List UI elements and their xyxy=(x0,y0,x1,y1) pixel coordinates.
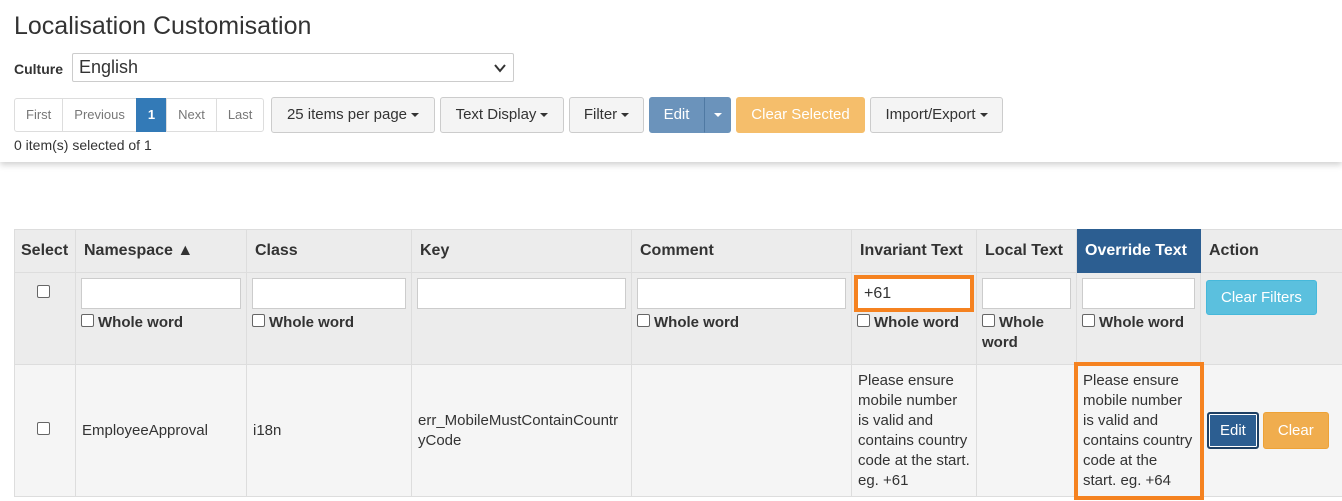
override-filter-input[interactable] xyxy=(1082,278,1195,309)
col-header-namespace[interactable]: Namespace ▲ xyxy=(75,229,247,273)
text-display-dropdown[interactable]: Text Display xyxy=(440,97,564,133)
pager-previous[interactable]: Previous xyxy=(62,98,137,132)
culture-select-value: English xyxy=(79,57,139,77)
col-header-override-text[interactable]: Override Text xyxy=(1076,229,1201,273)
col-header-action: Action xyxy=(1200,229,1342,273)
select-all-checkbox[interactable] xyxy=(36,285,50,298)
pagination: First Previous 1 Next Last xyxy=(14,98,265,132)
whole-word-checkbox[interactable] xyxy=(982,314,995,327)
whole-word-label: Whole word xyxy=(269,314,354,331)
whole-word-checkbox[interactable] xyxy=(637,314,650,327)
filter-key-cell xyxy=(411,272,632,365)
culture-select[interactable]: English xyxy=(72,53,514,82)
row-select-cell xyxy=(14,364,76,497)
comment-cell xyxy=(631,364,852,497)
invariant-text-cell: Please ensure mobile number is valid and… xyxy=(851,364,977,497)
whole-word-label: Whole word xyxy=(874,314,959,331)
caret-down-icon xyxy=(540,113,549,118)
page-title: Localisation Customisation xyxy=(14,12,312,40)
table-row: EmployeeApproval i18n err_MobileMustCont… xyxy=(14,361,1342,500)
class-filter-input[interactable] xyxy=(252,278,406,309)
caret-down-icon xyxy=(411,113,420,118)
header-row: Select Namespace ▲ Class Key Comment Inv… xyxy=(14,229,1342,273)
action-cell: Edit Clear xyxy=(1200,364,1342,497)
text-display-label: Text Display xyxy=(455,106,537,123)
filter-override-cell: Whole word xyxy=(1076,272,1201,365)
edit-button[interactable]: Edit xyxy=(649,97,704,133)
local-filter-input[interactable] xyxy=(982,278,1071,309)
whole-word-option[interactable]: Whole word xyxy=(982,313,1071,353)
culture-label: Culture xyxy=(14,61,63,77)
top-panel: Localisation Customisation Culture Engli… xyxy=(0,0,1342,162)
chevron-down-icon xyxy=(494,64,506,73)
clear-filters-button[interactable]: Clear Filters xyxy=(1206,280,1317,315)
edit-options-toggle[interactable] xyxy=(704,97,731,133)
pager-first[interactable]: First xyxy=(14,98,64,132)
items-per-page-dropdown[interactable]: 25 items per page xyxy=(271,97,435,133)
filter-local-cell: Whole word xyxy=(976,272,1077,365)
whole-word-checkbox[interactable] xyxy=(81,314,94,327)
namespace-filter-input[interactable] xyxy=(81,278,241,309)
namespace-cell: EmployeeApproval xyxy=(75,364,247,497)
caret-down-icon xyxy=(979,113,988,118)
invariant-filter-input[interactable] xyxy=(854,275,974,312)
filter-label: Filter xyxy=(583,106,618,123)
comment-filter-input[interactable] xyxy=(637,278,846,309)
filter-action-cell: Clear Filters xyxy=(1200,272,1342,365)
row-edit-button[interactable]: Edit xyxy=(1207,412,1259,449)
whole-word-option[interactable]: Whole word xyxy=(637,313,846,333)
caret-down-icon xyxy=(713,113,722,118)
import-export-label: Import/Export xyxy=(885,106,976,123)
col-header-invariant-text[interactable]: Invariant Text xyxy=(851,229,977,273)
filter-dropdown[interactable]: Filter xyxy=(569,97,644,133)
whole-word-option[interactable]: Whole word xyxy=(857,313,971,333)
pager-current-page[interactable]: 1 xyxy=(135,98,168,132)
whole-word-label: Whole word xyxy=(1099,314,1184,331)
key-filter-input[interactable] xyxy=(417,278,626,309)
localisation-table: Select Namespace ▲ Class Key Comment Inv… xyxy=(14,229,1342,500)
filter-select-cell xyxy=(14,272,76,365)
whole-word-checkbox[interactable] xyxy=(1082,314,1095,327)
pager-last[interactable]: Last xyxy=(215,98,265,132)
filter-invariant-cell: Whole word xyxy=(851,272,977,365)
whole-word-option[interactable]: Whole word xyxy=(252,313,406,333)
key-cell: err_MobileMustContainCountryCode xyxy=(411,364,632,497)
whole-word-checkbox[interactable] xyxy=(857,314,870,327)
items-per-page-label: 25 items per page xyxy=(286,106,408,123)
row-select-checkbox[interactable] xyxy=(36,422,50,435)
filter-namespace-cell: Whole word xyxy=(75,272,247,365)
pager-next[interactable]: Next xyxy=(166,98,217,132)
row-clear-button[interactable]: Clear xyxy=(1262,412,1329,449)
filter-class-cell: Whole word xyxy=(246,272,412,365)
import-export-dropdown[interactable]: Import/Export xyxy=(870,97,1003,133)
class-cell: i18n xyxy=(246,364,412,497)
col-header-comment[interactable]: Comment xyxy=(631,229,852,273)
whole-word-label: Whole word xyxy=(98,314,183,331)
override-text-cell: Please ensure mobile number is valid and… xyxy=(1073,361,1204,500)
local-text-cell xyxy=(976,364,1077,497)
whole-word-option[interactable]: Whole word xyxy=(1082,313,1195,333)
clear-selected-button[interactable]: Clear Selected xyxy=(736,97,865,133)
col-header-select: Select xyxy=(14,229,76,273)
col-header-key[interactable]: Key xyxy=(411,229,632,273)
selection-count: 0 item(s) selected of 1 xyxy=(14,137,152,153)
caret-down-icon xyxy=(621,113,630,118)
filter-row: Whole word Whole word Whole word Whole w… xyxy=(14,272,1342,365)
whole-word-checkbox[interactable] xyxy=(252,314,265,327)
col-header-class[interactable]: Class xyxy=(246,229,412,273)
filter-comment-cell: Whole word xyxy=(631,272,852,365)
whole-word-label: Whole word xyxy=(654,314,739,331)
col-header-local-text[interactable]: Local Text xyxy=(976,229,1077,273)
whole-word-option[interactable]: Whole word xyxy=(81,313,241,333)
